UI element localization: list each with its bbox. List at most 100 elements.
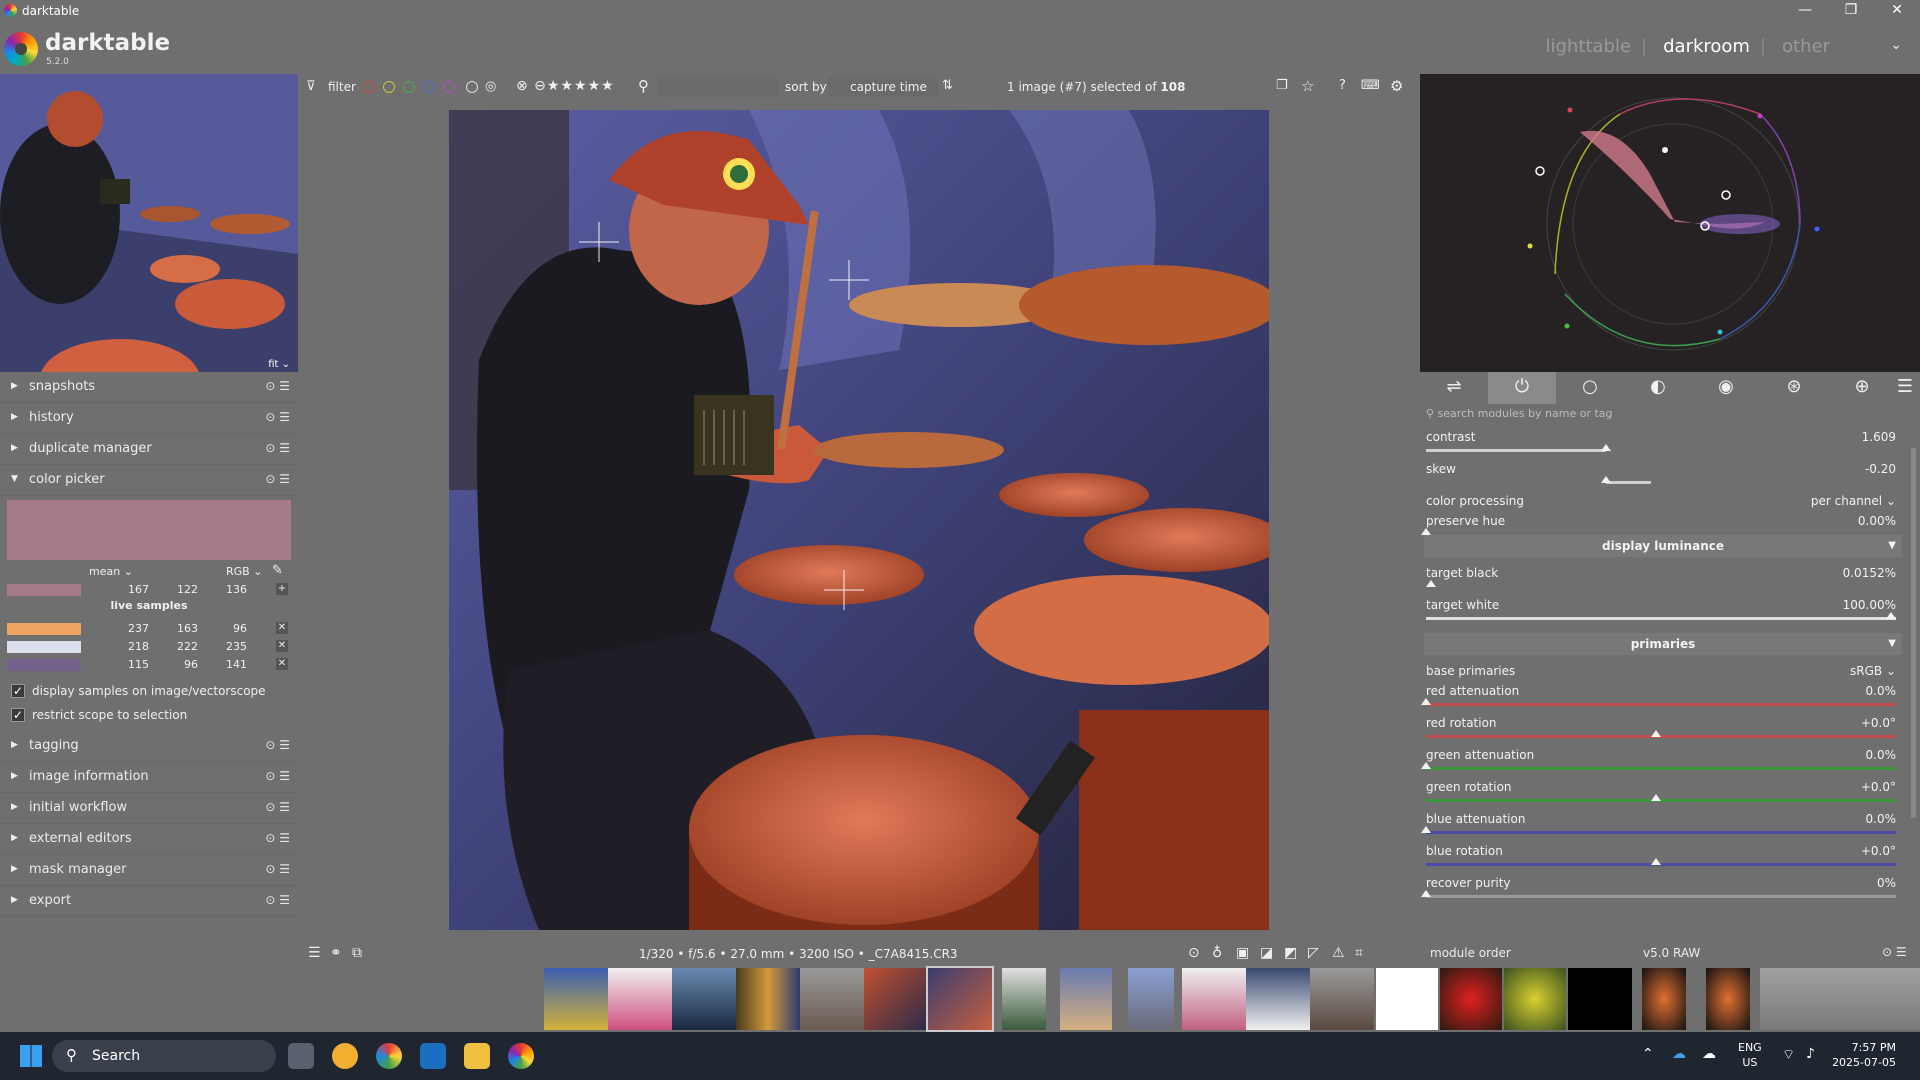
- color-label-red-icon[interactable]: [363, 81, 375, 93]
- filmstrip-thumbnail[interactable]: [736, 968, 800, 1030]
- target-black-slider[interactable]: target black 0.0152%: [1426, 566, 1896, 598]
- green-attenuation-slider[interactable]: green attenuation 0.0%: [1421, 748, 1896, 780]
- module-history[interactable]: ▶ history ⊙ ☰: [0, 403, 298, 434]
- chrome-icon[interactable]: [376, 1043, 402, 1069]
- sample-swatch[interactable]: [7, 623, 81, 635]
- filmstrip-thumbnail[interactable]: [800, 968, 864, 1030]
- taskbar-search-box[interactable]: ⚲ Search: [52, 1040, 276, 1072]
- module-image-information[interactable]: ▶ image information ⊙ ☰: [0, 762, 298, 793]
- reset-presets-icon[interactable]: ⊙ ☰: [1882, 945, 1907, 959]
- module-export[interactable]: ▶ export ⊙ ☰: [0, 886, 298, 917]
- view-other[interactable]: other: [1782, 36, 1830, 57]
- eyedropper-icon[interactable]: ✎: [272, 563, 283, 578]
- skew-slider[interactable]: skew -0.20: [1426, 462, 1896, 494]
- file-explorer-icon[interactable]: [464, 1043, 490, 1069]
- remove-sample-button[interactable]: ✕: [276, 640, 288, 652]
- rating-filter-stars-icon[interactable]: ⊗ ⊖★★★★★: [516, 78, 615, 94]
- view-darkroom[interactable]: darkroom: [1663, 36, 1750, 57]
- navigation-preview[interactable]: fit ⌄: [0, 74, 298, 372]
- target-white-slider[interactable]: target white 100.00%: [1426, 598, 1896, 630]
- statistic-dropdown[interactable]: mean ⌄: [89, 565, 133, 578]
- restore-icon[interactable]: ❐: [1828, 0, 1874, 22]
- reset-presets-icon[interactable]: ⊙ ☰: [265, 441, 290, 455]
- minimize-icon[interactable]: —: [1782, 0, 1828, 22]
- module-color-picker[interactable]: ▼ color picker ⊙ ☰: [0, 465, 298, 496]
- filmstrip-thumbnail[interactable]: [1760, 968, 1824, 1030]
- raw-overexposed-icon[interactable]: ▣: [1236, 945, 1249, 961]
- primaries-section[interactable]: primaries ▼: [1424, 633, 1902, 655]
- gamut-check-icon[interactable]: ⚠: [1332, 945, 1345, 961]
- module-duplicate-manager[interactable]: ▶ duplicate manager ⊙ ☰: [0, 434, 298, 465]
- iso12646-lamp-icon[interactable]: ♁: [1212, 945, 1222, 961]
- tone-group-tab-icon[interactable]: ◐: [1624, 372, 1692, 404]
- filmstrip-thumbnail[interactable]: [1060, 968, 1112, 1030]
- reset-presets-icon[interactable]: ⊙ ☰: [265, 800, 290, 814]
- clock[interactable]: 7:57 PM 2025-07-05: [1832, 1040, 1896, 1070]
- sample-swatch[interactable]: [7, 641, 81, 653]
- recover-purity-slider[interactable]: recover purity 0%: [1421, 876, 1896, 908]
- reset-presets-icon[interactable]: ⊙ ☰: [265, 769, 290, 783]
- module-external-editors[interactable]: ▶ external editors ⊙ ☰: [0, 824, 298, 855]
- filmstrip-thumbnail[interactable]: [1888, 968, 1920, 1030]
- styles-icon[interactable]: ⚭: [330, 945, 342, 961]
- filmstrip-thumbnail[interactable]: [1824, 968, 1888, 1030]
- vectorscope[interactable]: [1420, 74, 1920, 372]
- filmstrip-thumbnail[interactable]: [864, 968, 928, 1030]
- green-rotation-slider[interactable]: green rotation +0.0°: [1426, 780, 1896, 812]
- module-initial-workflow[interactable]: ▶ initial workflow ⊙ ☰: [0, 793, 298, 824]
- filmstrip-thumbnail[interactable]: [544, 968, 608, 1030]
- clipping-indicator-icon[interactable]: ◪: [1260, 945, 1273, 961]
- onedrive-icon[interactable]: ☁: [1672, 1046, 1686, 1062]
- language-indicator[interactable]: ENG US: [1738, 1040, 1762, 1070]
- remove-sample-button[interactable]: ✕: [276, 622, 288, 634]
- focus-peaking-icon[interactable]: ⊙: [1188, 945, 1200, 961]
- zoom-fit-dropdown[interactable]: fit ⌄: [268, 359, 290, 370]
- softproof-icon[interactable]: ◩: [1284, 945, 1297, 961]
- module-mask-manager[interactable]: ▶ mask manager ⊙ ☰: [0, 855, 298, 886]
- filmstrip-thumbnail[interactable]: [1504, 968, 1566, 1030]
- reset-presets-icon[interactable]: ⊙ ☰: [265, 472, 290, 486]
- red-attenuation-slider[interactable]: red attenuation 0.0%: [1421, 684, 1896, 716]
- text-search-input[interactable]: [658, 77, 778, 97]
- reset-presets-icon[interactable]: ⊙ ☰: [265, 738, 290, 752]
- module-search-input[interactable]: ⚲ search modules by name or tag: [1426, 407, 1912, 425]
- active-modules-tab-icon[interactable]: ⏻: [1488, 372, 1556, 404]
- reset-presets-icon[interactable]: ⊙ ☰: [265, 831, 290, 845]
- filmstrip-thumbnail[interactable]: [1706, 968, 1750, 1030]
- display-samples-checkbox[interactable]: ✓ display samples on image/vectorscope: [11, 682, 291, 700]
- keyboard-shortcuts-icon[interactable]: ⌨: [1361, 78, 1380, 93]
- filmstrip-thumbnail[interactable]: [1182, 968, 1246, 1030]
- color-label-yellow-icon[interactable]: [383, 81, 395, 93]
- color-label-operator-icon[interactable]: ◎: [485, 79, 496, 94]
- star-overlay-icon[interactable]: ☆: [1301, 77, 1314, 95]
- base-group-tab-icon[interactable]: ○: [1556, 372, 1624, 404]
- start-menu-icon[interactable]: [20, 1045, 42, 1067]
- display-luminance-section[interactable]: display luminance ▼: [1424, 535, 1902, 557]
- grid-icon[interactable]: ⌗: [1355, 945, 1363, 961]
- sort-dropdown[interactable]: capture time ⌄: [828, 77, 938, 108]
- main-image[interactable]: [449, 110, 1269, 930]
- chevron-up-icon[interactable]: ⌃: [1642, 1046, 1654, 1062]
- filmstrip-thumbnail[interactable]: [1246, 968, 1310, 1030]
- contrast-slider[interactable]: contrast 1.609: [1426, 430, 1896, 462]
- filmstrip-thumbnail[interactable]: [672, 968, 736, 1030]
- reset-presets-icon[interactable]: ⊙ ☰: [265, 410, 290, 424]
- grouping-icon[interactable]: ❐: [1276, 78, 1288, 93]
- correct-group-tab-icon[interactable]: ⊛: [1760, 372, 1828, 404]
- sample-swatch[interactable]: [7, 659, 81, 671]
- right-panel-scrollbar[interactable]: [1911, 448, 1916, 818]
- wifi-icon[interactable]: ⌔: [1782, 1046, 1795, 1064]
- close-icon[interactable]: ✕: [1874, 0, 1920, 22]
- sort-order-icon[interactable]: ⇅: [942, 78, 953, 93]
- blue-rotation-slider[interactable]: blue rotation +0.0°: [1426, 844, 1896, 876]
- second-window-icon[interactable]: ⧉: [352, 945, 362, 961]
- volume-icon[interactable]: ♪: [1806, 1046, 1815, 1062]
- red-rotation-slider[interactable]: red rotation +0.0°: [1426, 716, 1896, 748]
- filmstrip-thumbnail[interactable]: [1310, 968, 1374, 1030]
- module-tagging[interactable]: ▶ tagging ⊙ ☰: [0, 731, 298, 762]
- color-label-none-icon[interactable]: [466, 81, 478, 93]
- cloud-sync-icon[interactable]: ☁: [1702, 1046, 1716, 1062]
- blue-attenuation-slider[interactable]: blue attenuation 0.0%: [1421, 812, 1896, 844]
- color-label-green-icon[interactable]: [403, 81, 415, 93]
- module-snapshots[interactable]: ▶ snapshots ⊙ ☰: [0, 372, 298, 403]
